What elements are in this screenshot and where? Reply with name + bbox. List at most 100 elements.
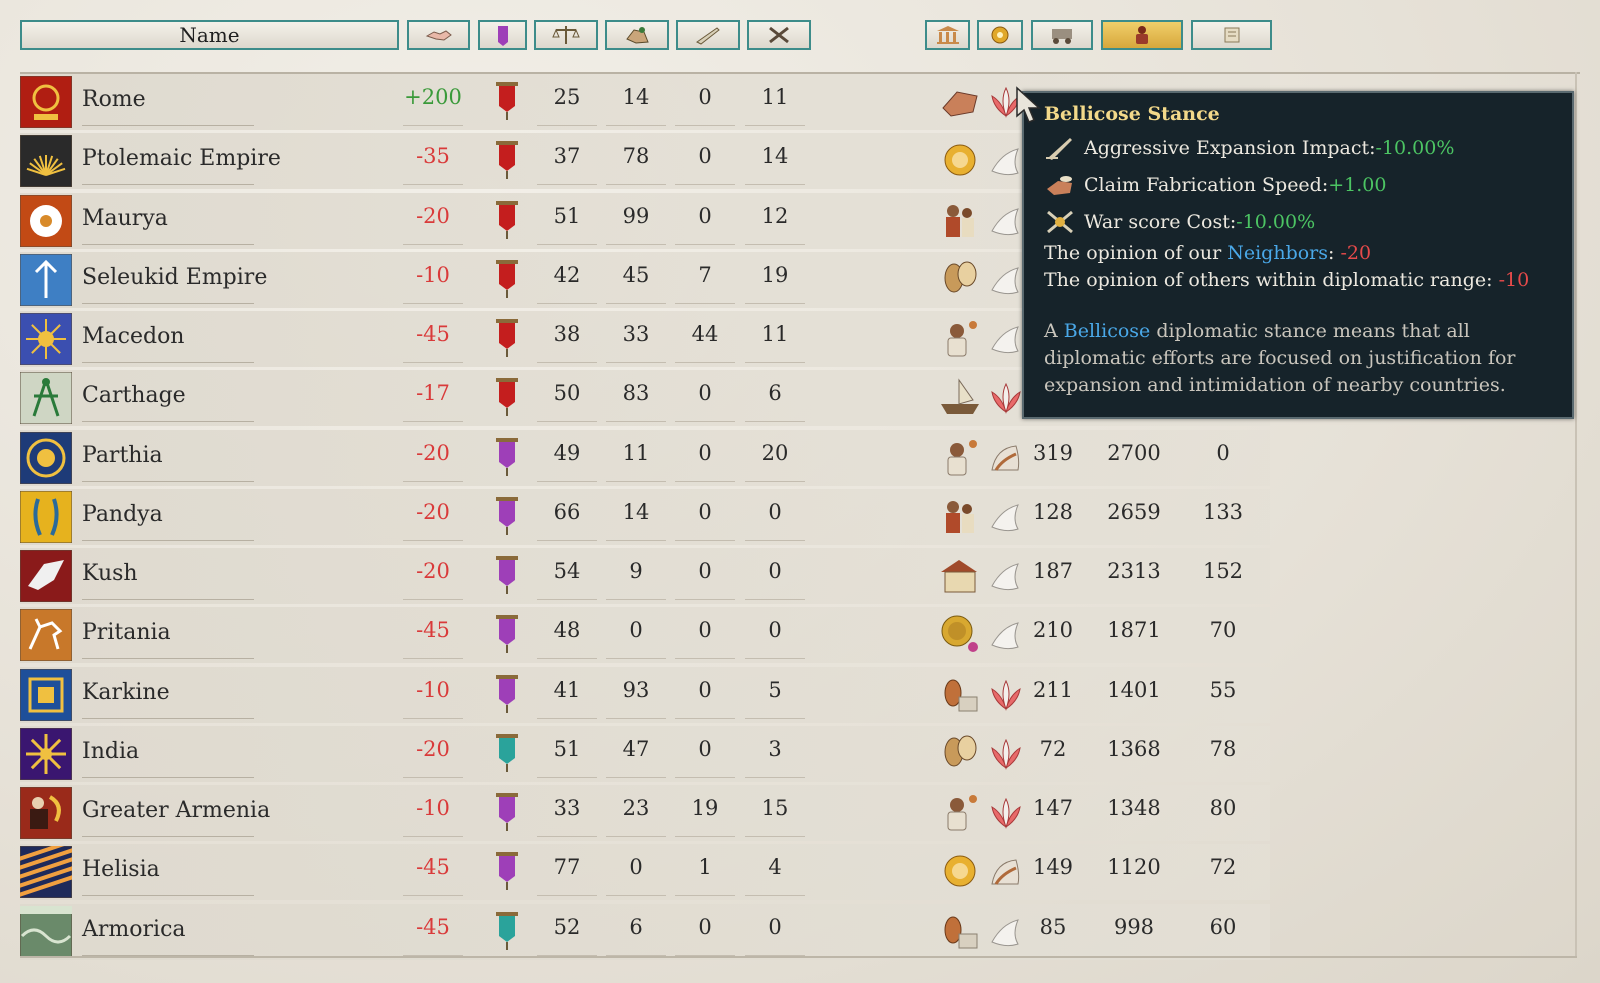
stat-c1: 33 — [553, 796, 581, 820]
laurel-icon — [991, 26, 1009, 44]
opinion-value: -35 — [416, 144, 450, 169]
sort-by-balance-header[interactable] — [534, 20, 598, 50]
cell-underline — [606, 836, 666, 837]
masks-icon — [944, 261, 977, 293]
military-tab[interactable] — [1101, 20, 1183, 50]
wagon-icon — [1052, 29, 1072, 44]
tooltip-neighbors-opinion: The opinion of our Neighbors: -20 — [1044, 240, 1556, 267]
cell-underline — [403, 243, 463, 245]
cell-underline — [606, 302, 666, 304]
name-underline — [82, 599, 254, 600]
sort-by-stance-header[interactable] — [478, 20, 527, 50]
diplomacy-tab[interactable] — [1191, 20, 1272, 50]
name-underline — [82, 717, 254, 719]
stance-banner-icon — [496, 733, 518, 772]
sort-by-claims-header[interactable] — [605, 20, 669, 50]
sort-by-subjects-header[interactable] — [676, 20, 740, 50]
opinion-value: -20 — [416, 440, 450, 465]
stance-banner-icon — [496, 496, 518, 535]
country-name[interactable]: Armorica — [82, 917, 186, 942]
country-row[interactable]: Pandya -20 66 14 0 0 128 2659 133 — [20, 487, 1270, 547]
stat-c1: 37 — [553, 144, 581, 169]
cell-underline — [606, 362, 666, 363]
country-row[interactable]: India -20 51 47 0 3 72 1368 78 — [20, 724, 1270, 784]
name-underline — [82, 776, 254, 778]
stat-d1: 210 — [1032, 618, 1074, 643]
stat-c2: 33 — [622, 322, 650, 346]
country-name[interactable]: Helisia — [82, 857, 160, 882]
stat-c3: 0 — [698, 914, 712, 939]
country-name[interactable]: Greater Armenia — [82, 798, 270, 823]
cell-underline — [745, 895, 805, 897]
cell-underline — [537, 362, 597, 363]
country-name[interactable]: Rome — [82, 87, 146, 112]
stat-c1: 48 — [553, 618, 581, 643]
cell-underline — [675, 125, 735, 126]
name-underline — [82, 125, 254, 126]
country-name[interactable]: Ptolemaic Empire — [82, 146, 281, 171]
cell-underline — [606, 480, 666, 482]
country-row[interactable]: Karkine -10 41 93 0 5 211 1401 55 — [20, 665, 1270, 725]
country-flag-icon — [20, 372, 72, 425]
country-name[interactable]: Karkine — [82, 680, 170, 705]
cell-underline — [537, 658, 597, 660]
sort-by-name-header[interactable]: Name — [20, 20, 399, 50]
stance-banner-icon — [496, 437, 518, 476]
country-name[interactable]: Pandya — [82, 502, 163, 527]
country-row[interactable]: Helisia -45 77 0 1 4 149 1120 72 — [20, 842, 1270, 902]
modifier-label: Claim Fabrication Speed: — [1084, 173, 1329, 196]
opinion-value: -10 — [416, 262, 450, 287]
cell-underline — [675, 895, 735, 897]
country-flag-icon — [20, 668, 72, 721]
sort-by-relations-header[interactable] — [407, 20, 470, 50]
stat-c4: 19 — [761, 262, 789, 287]
tooltip-modifier-aggressive-expansion: Aggressive Expansion Impact: -10.00% — [1044, 129, 1556, 166]
cell-underline — [537, 776, 597, 778]
banner-icon — [497, 26, 508, 46]
country-row[interactable]: Armorica -45 52 6 0 0 85 998 60 — [20, 902, 1270, 962]
cell-underline — [675, 717, 735, 719]
country-name[interactable]: Macedon — [82, 324, 184, 349]
trade-tab[interactable] — [1031, 20, 1093, 50]
country-row[interactable]: Kush -20 54 9 0 0 187 2313 152 — [20, 546, 1270, 606]
country-name[interactable]: Carthage — [82, 383, 186, 408]
country-name[interactable]: Kush — [82, 561, 138, 586]
dove-icon — [991, 148, 1019, 176]
country-row[interactable]: Greater Armenia -10 33 23 19 15 147 1348 80 — [20, 783, 1270, 843]
cell-underline — [537, 836, 597, 837]
bellicose-link[interactable]: Bellicose — [1064, 320, 1151, 342]
stat-c3: 1 — [698, 855, 712, 880]
country-flag-icon — [20, 135, 72, 188]
stat-c3: 19 — [691, 796, 719, 820]
stat-c2: 23 — [622, 796, 650, 820]
stat-d1: 72 — [1039, 736, 1067, 761]
religion-tab[interactable] — [977, 20, 1023, 50]
sort-by-war-header[interactable] — [747, 20, 811, 50]
cell-underline — [403, 776, 463, 778]
cell-underline — [745, 776, 805, 778]
soldiers-icon — [1136, 26, 1148, 44]
neighbors-link[interactable]: Neighbors — [1227, 242, 1328, 264]
country-name[interactable]: Maurya — [82, 206, 168, 231]
stat-c2: 93 — [622, 677, 650, 702]
country-name[interactable]: Pritania — [82, 620, 171, 645]
cell-underline — [606, 776, 666, 778]
country-row[interactable]: Parthia -20 49 11 0 20 319 2700 0 — [20, 428, 1270, 488]
stat-d2: 2700 — [1107, 440, 1161, 465]
country-name[interactable]: Seleukid Empire — [82, 265, 267, 290]
country-row[interactable]: Pritania -45 48 0 0 0 210 1871 70 — [20, 605, 1270, 665]
stance-banner-icon — [496, 259, 518, 298]
cell-underline — [537, 895, 597, 897]
stat-c1: 49 — [553, 440, 581, 465]
temple-tab[interactable] — [925, 20, 970, 50]
list-frame-right — [1575, 72, 1577, 956]
country-name[interactable]: Parthia — [82, 443, 163, 468]
stat-c4: 11 — [761, 85, 789, 109]
cell-underline — [403, 302, 463, 304]
claim-icon — [626, 27, 649, 44]
cell-underline — [745, 836, 805, 837]
mouse-cursor-icon — [1016, 86, 1041, 123]
country-name[interactable]: India — [82, 739, 139, 764]
stat-d2: 1368 — [1107, 736, 1161, 761]
stance-banner-icon — [496, 615, 518, 654]
